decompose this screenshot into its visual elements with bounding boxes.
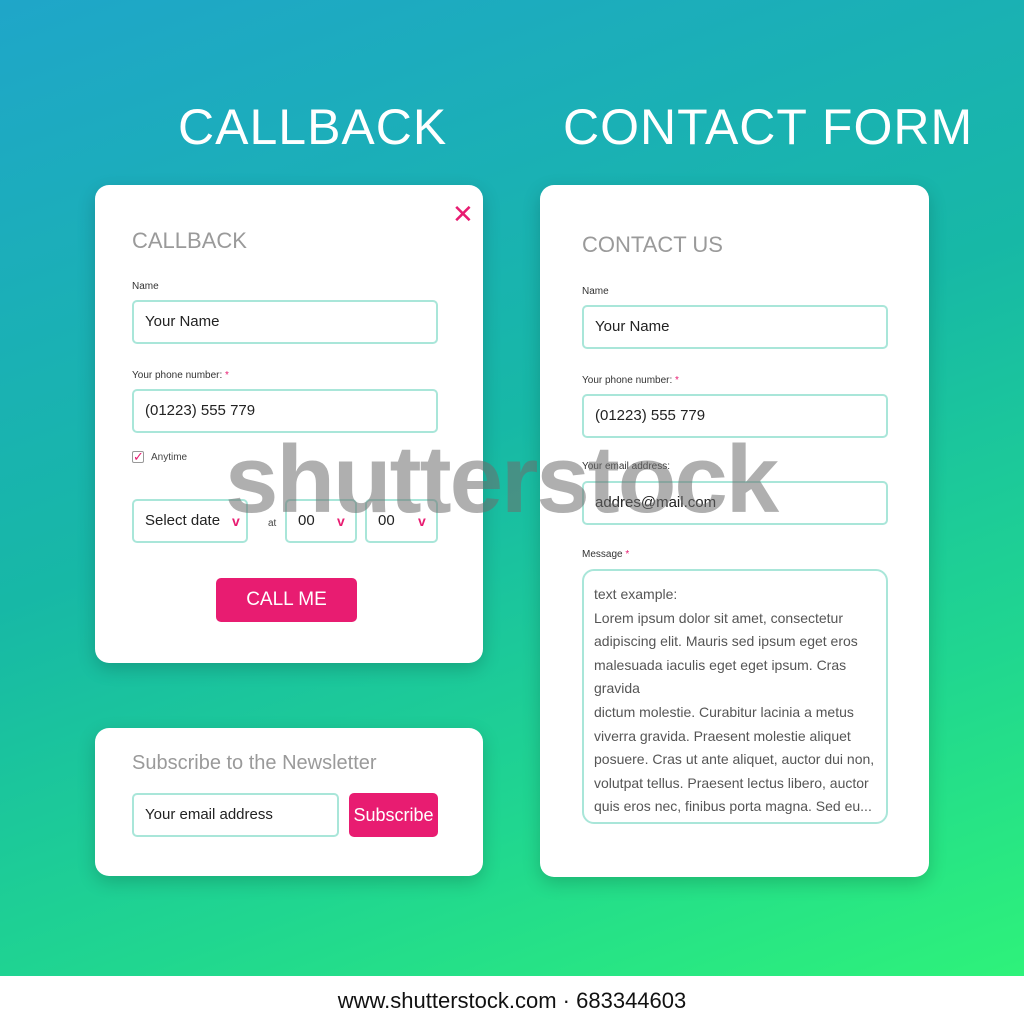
newsletter-email-field[interactable]: Your email address xyxy=(132,793,339,837)
message-line: volutpat tellus. Praesent lectus libero,… xyxy=(594,774,869,791)
phone-label-text: Your phone number: xyxy=(582,375,673,386)
contact-card-title: CONTACT US xyxy=(582,232,723,257)
name-label: Name xyxy=(132,281,159,292)
required-mark: * xyxy=(625,549,630,560)
subscribe-button[interactable]: Subscribe xyxy=(349,793,438,837)
message-line: dictum molestie. Curabitur lacinia a met… xyxy=(594,703,854,720)
phone-label: Your phone number: * xyxy=(132,370,229,381)
footer-credit: www.shutterstock.com · 683344603 xyxy=(0,976,1024,1024)
message-line: Lorem ipsum dolor sit amet, consectetur xyxy=(594,609,843,626)
message-label-text: Message xyxy=(582,549,623,560)
close-icon[interactable]: ✕ xyxy=(452,201,474,227)
anytime-label: Anytime xyxy=(151,452,188,463)
callback-card: ✕ CALLBACK Name Your Name Your phone num… xyxy=(95,185,483,663)
message-textarea[interactable]: text example: Lorem ipsum dolor sit amet… xyxy=(582,569,888,824)
phone-label: Your phone number: * xyxy=(582,375,679,386)
newsletter-title: Subscribe to the Newsletter xyxy=(132,752,377,774)
required-mark: * xyxy=(675,375,679,386)
watermark: shutterstock xyxy=(225,426,779,533)
message-line: text example: xyxy=(594,586,678,602)
name-label: Name xyxy=(582,286,609,297)
message-line: malesuada iaculis eget eget ipsum. Cras … xyxy=(594,656,847,697)
message-label: Message * xyxy=(582,549,629,560)
phone-label-text: Your phone number: xyxy=(132,370,223,381)
callback-heading: CALLBACK xyxy=(178,99,448,155)
anytime-checkbox[interactable]: ✓ xyxy=(132,450,144,463)
call-me-button[interactable]: CALL ME xyxy=(216,578,357,622)
name-field[interactable]: Your Name xyxy=(582,305,888,349)
contact-form-heading: CONTACT FORM xyxy=(563,99,974,155)
message-line: quis eros nec, finibus porta magna. Sed … xyxy=(594,798,872,815)
message-line: posuere. Cras ut ante aliquet, auctor du… xyxy=(594,751,875,768)
name-field[interactable]: Your Name xyxy=(132,300,438,344)
message-line: adipiscing elit. Mauris sed ipsum eget e… xyxy=(594,633,858,650)
callback-card-title: CALLBACK xyxy=(132,228,247,253)
message-line: viverra gravida. Praesent molestie aliqu… xyxy=(594,727,851,744)
required-mark: * xyxy=(225,370,229,381)
date-select-value: Select date xyxy=(145,512,221,529)
newsletter-card: Subscribe to the Newsletter Your email a… xyxy=(95,728,483,876)
